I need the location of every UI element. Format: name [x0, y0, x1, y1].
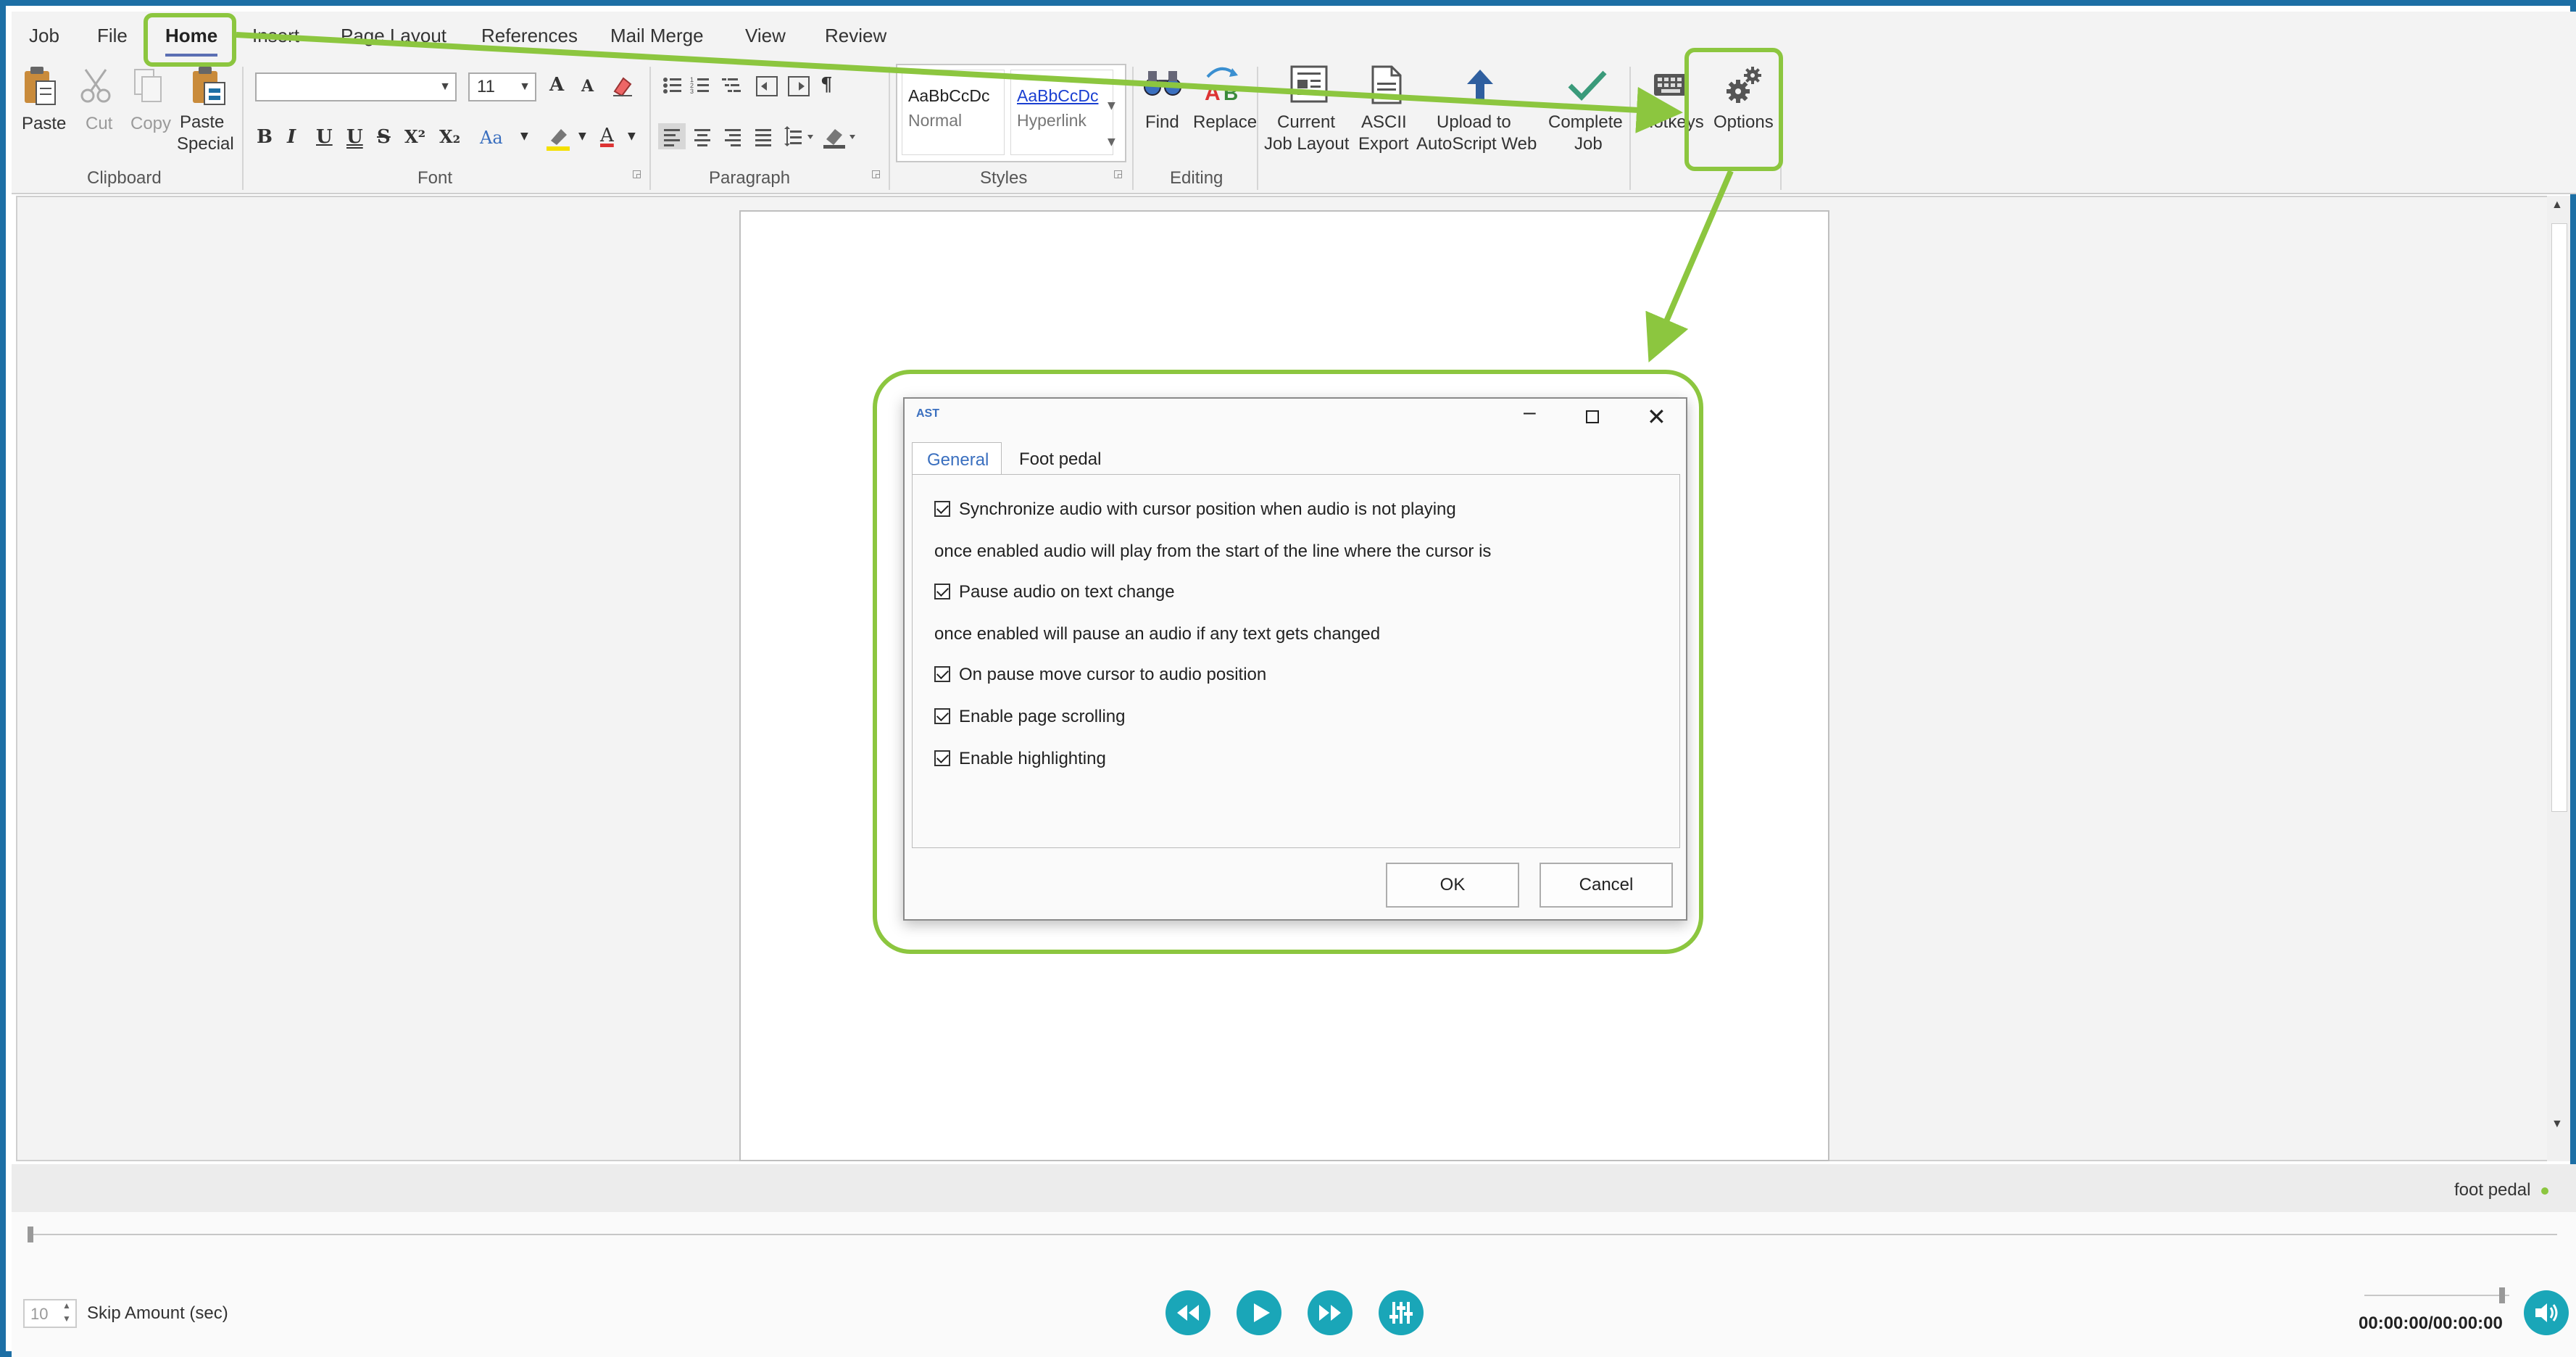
arrow-options-to-dialog: [1645, 170, 1734, 363]
app-window: Job File Home Insert Page Layout Referen…: [0, 0, 2576, 1357]
arrow-home-to-options: [236, 32, 1683, 133]
annotation-arrows: [236, 32, 1734, 363]
